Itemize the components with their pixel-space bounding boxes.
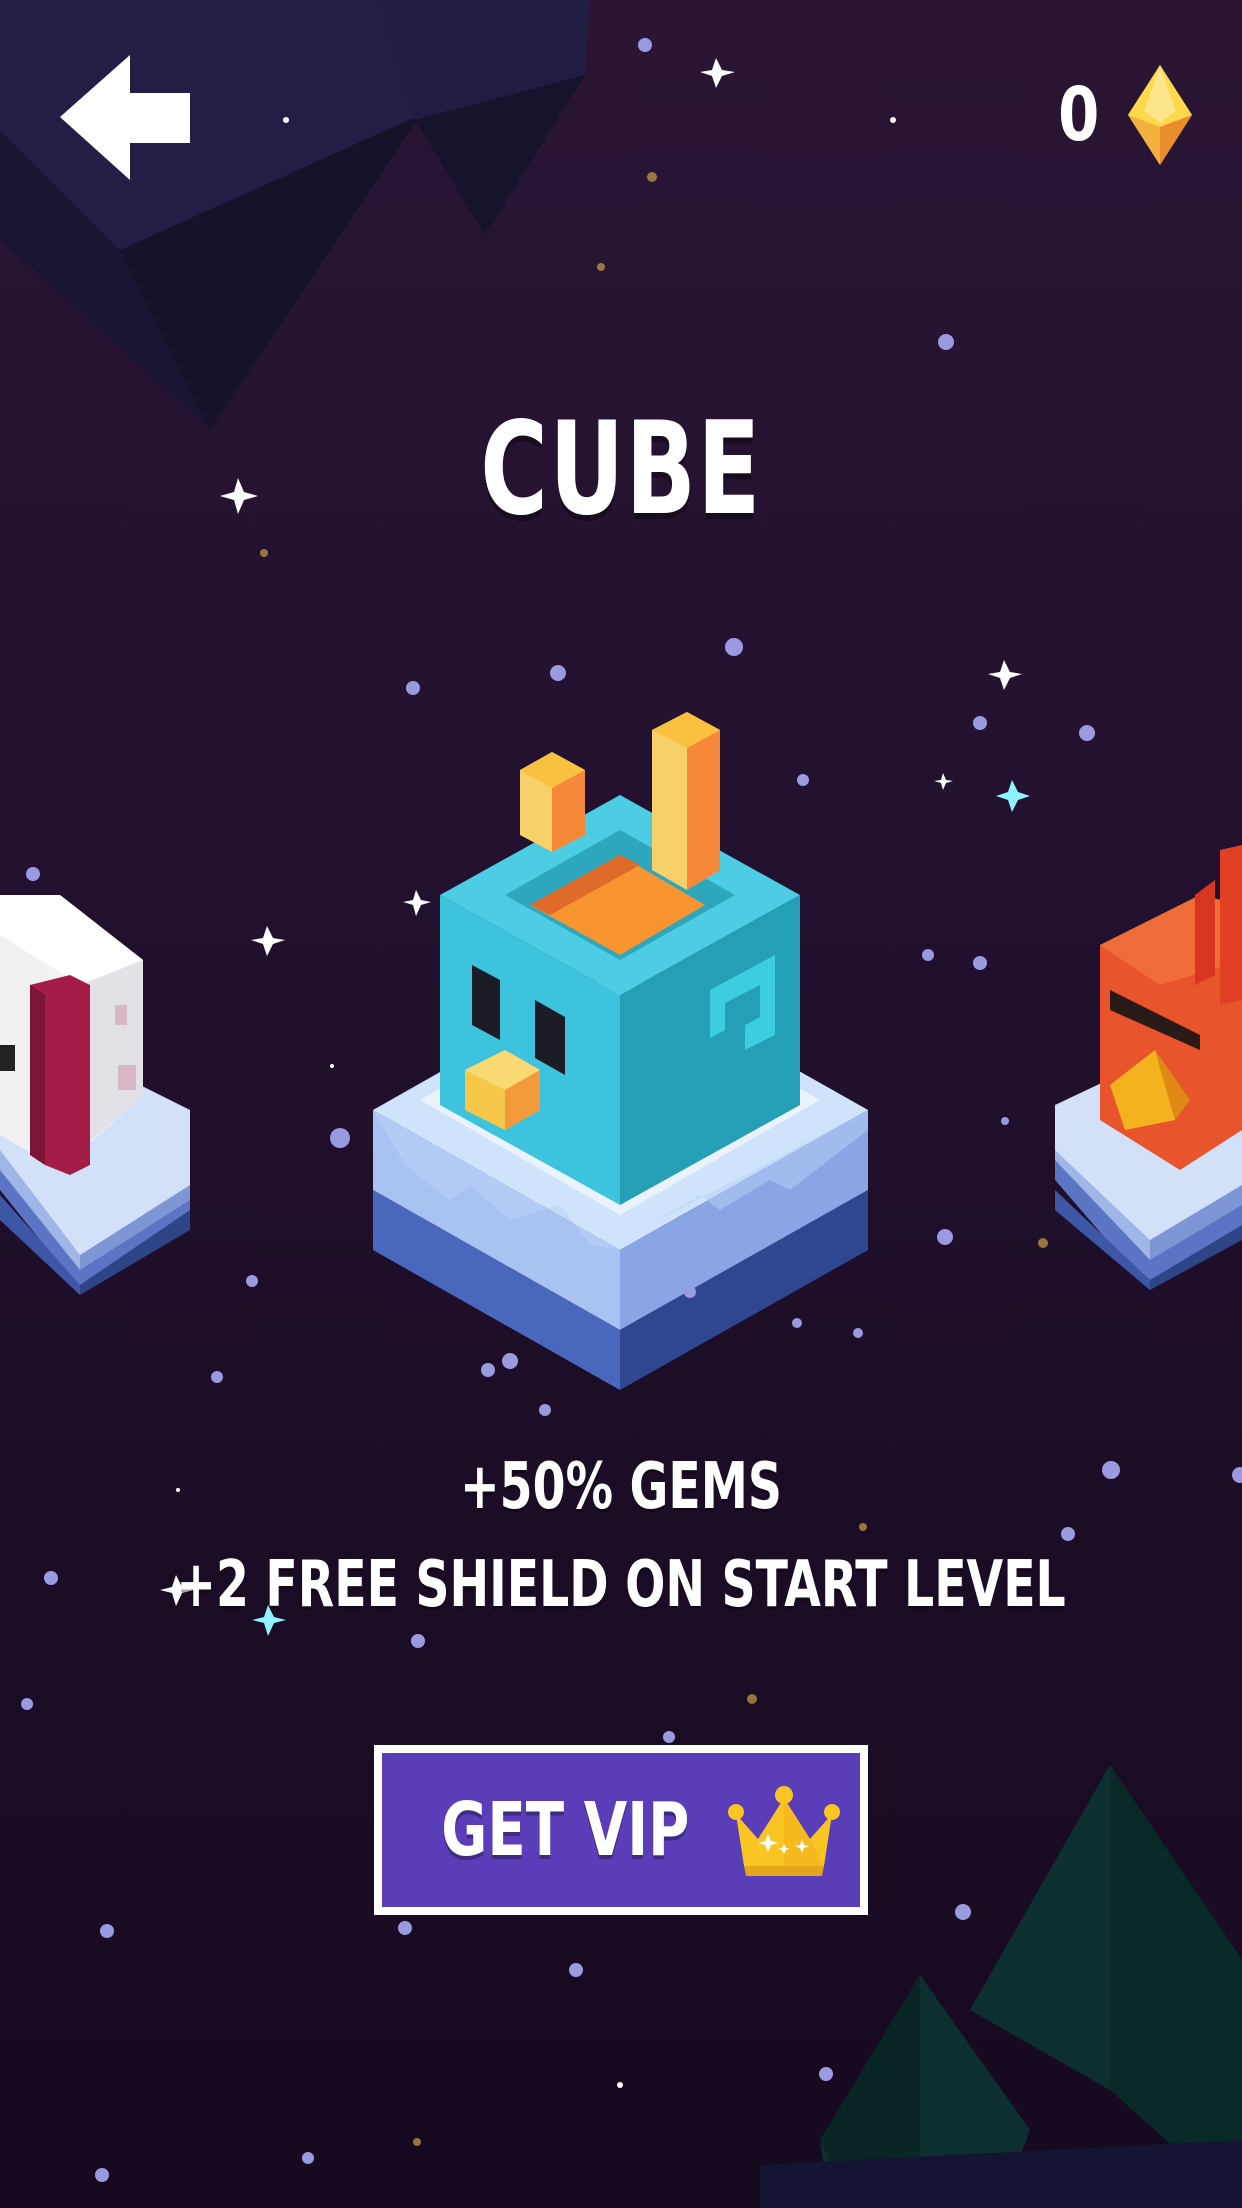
back-arrow-icon [60,55,190,180]
center-character [373,712,868,1390]
crown-icon [728,1786,841,1876]
gem-icon [1128,65,1192,165]
gem-count: 0 [1057,72,1099,158]
get-vip-button[interactable]: GET VIP [374,1745,868,1915]
get-vip-label: GET VIP [440,1787,690,1873]
right-character-preview [1055,845,1242,1290]
left-character-preview [0,895,190,1295]
perk-shield: +2 FREE SHIELD ON START LEVEL [176,1548,1066,1622]
gem-counter: 0 [1053,55,1192,175]
back-button[interactable] [60,55,200,180]
character-name: CUBE [480,395,762,544]
perk-gems: +50% GEMS [460,1450,782,1524]
